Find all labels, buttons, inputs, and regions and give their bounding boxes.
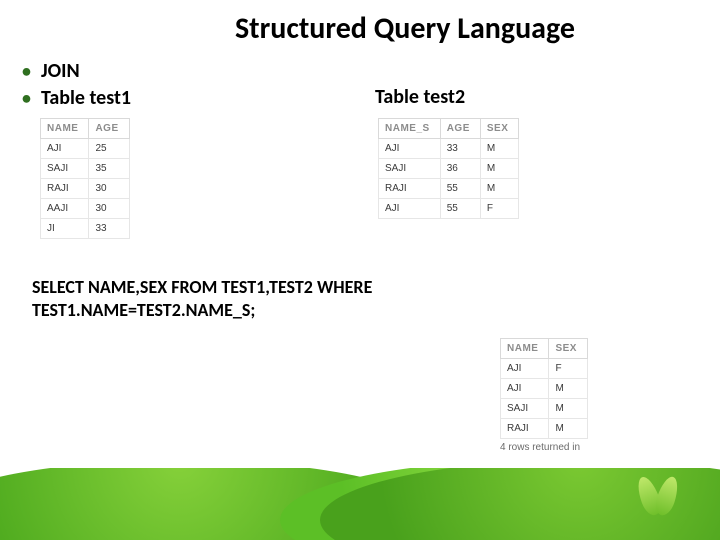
bullet-item: • JOIN [22,58,131,85]
col-header: SEX [480,119,519,139]
table2-label: Table test2 [375,85,465,109]
table-row: SAJIM [501,399,588,419]
slide: Structured Query Language • JOIN • Table… [0,0,720,540]
leaf-icon [636,476,680,520]
table-result: NAME SEX AJIF AJIM SAJIM RAJIM [500,338,588,439]
table-row: SAJI36M [379,159,519,179]
result-footnote: 4 rows returned in [500,442,580,453]
bullet-text: JOIN [41,58,80,85]
table-row: AAJI30 [41,199,130,219]
table-row: AJI33M [379,139,519,159]
table-test1: NAME AGE AJI25 SAJI35 RAJI30 AAJI30 JI33 [40,118,130,239]
bullet-icon: • [22,86,31,110]
table-row: SAJI35 [41,159,130,179]
col-header: AGE [89,119,129,139]
table-row: AJI55F [379,199,519,219]
col-header: NAME_S [379,119,441,139]
table-row: RAJI55M [379,179,519,199]
col-header: SEX [549,339,588,359]
table-row: JI33 [41,219,130,239]
col-header: AGE [440,119,480,139]
table-row: RAJIM [501,419,588,439]
table-row: AJIM [501,379,588,399]
bullet-item: • Table test1 [22,85,131,112]
col-header: NAME [41,119,89,139]
table-row: AJI25 [41,139,130,159]
sql-statement: SELECT NAME,SEX FROM TEST1,TEST2 WHERE T… [32,276,532,321]
table-test2: NAME_S AGE SEX AJI33M SAJI36M RAJI55M AJ… [378,118,519,219]
col-header: NAME [501,339,549,359]
table-row: AJIF [501,359,588,379]
bullet-icon: • [22,59,31,83]
bullet-list: • JOIN • Table test1 [22,58,131,112]
grass-footer [0,468,720,540]
bullet-text: Table test1 [41,85,131,112]
table-row: RAJI30 [41,179,130,199]
slide-title: Structured Query Language [0,10,720,47]
